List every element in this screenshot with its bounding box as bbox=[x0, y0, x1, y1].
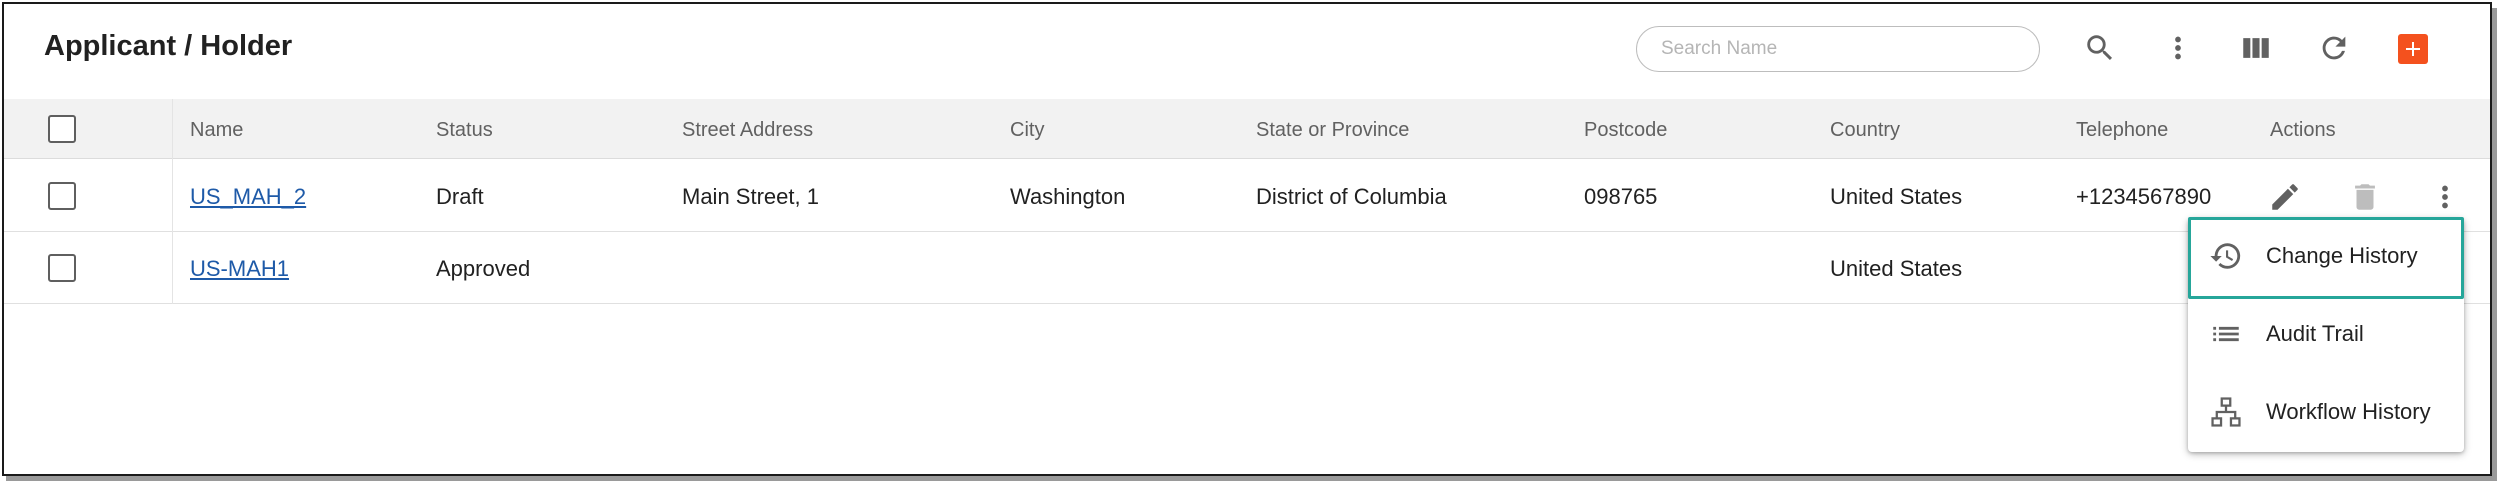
column-header-street-address[interactable]: Street Address bbox=[682, 119, 813, 142]
row-status: Approved bbox=[436, 256, 531, 281]
trash-icon bbox=[2355, 184, 2375, 210]
column-header-postcode[interactable]: Postcode bbox=[1584, 119, 1667, 142]
column-divider bbox=[172, 99, 173, 304]
row-checkbox[interactable] bbox=[48, 254, 76, 282]
column-header-country[interactable]: Country bbox=[1830, 119, 1900, 142]
row-checkbox[interactable] bbox=[48, 182, 76, 210]
columns-icon bbox=[2243, 38, 2269, 58]
pencil-icon bbox=[2272, 184, 2298, 210]
column-header-status[interactable]: Status bbox=[436, 119, 493, 142]
table-row: US_MAH_2 Draft Main Street, 1 Washington… bbox=[4, 160, 2490, 232]
row-more-button[interactable] bbox=[2426, 178, 2464, 216]
row-city: Washington bbox=[1010, 184, 1126, 209]
add-button[interactable] bbox=[2398, 34, 2428, 64]
column-header-name[interactable]: Name bbox=[190, 119, 243, 142]
menu-item-label: Audit Trail bbox=[2266, 321, 2364, 346]
more-options-button[interactable] bbox=[2158, 28, 2198, 68]
page-title: Applicant / Holder bbox=[44, 30, 293, 62]
row-state: District of Columbia bbox=[1256, 184, 1447, 209]
window-shadow-right bbox=[2492, 8, 2497, 481]
search-icon bbox=[2087, 35, 2113, 61]
more-vert-icon bbox=[2442, 185, 2448, 209]
menu-item-label: Change History bbox=[2266, 243, 2418, 268]
history-icon bbox=[2208, 238, 2244, 274]
row-name-link[interactable]: US-MAH1 bbox=[190, 256, 289, 282]
column-header-state[interactable]: State or Province bbox=[1256, 119, 1409, 142]
row-country: United States bbox=[1830, 184, 1963, 209]
workflow-icon bbox=[2208, 394, 2244, 430]
search-button[interactable] bbox=[2080, 28, 2120, 68]
menu-item-change-history[interactable]: Change History bbox=[2188, 224, 2464, 288]
search-input[interactable] bbox=[1636, 26, 2040, 72]
column-header-actions: Actions bbox=[2270, 119, 2336, 141]
select-all-checkbox[interactable] bbox=[48, 115, 76, 143]
column-header-city[interactable]: City bbox=[1010, 119, 1044, 142]
table-header: Name Status Street Address City State or… bbox=[4, 99, 2490, 159]
window-shadow-bottom bbox=[6, 476, 2496, 481]
row-name-link[interactable]: US_MAH_2 bbox=[190, 184, 306, 210]
row-country: United States bbox=[1830, 256, 1963, 281]
menu-item-label: Workflow History bbox=[2266, 399, 2431, 424]
menu-item-workflow-history[interactable]: Workflow History bbox=[2188, 380, 2464, 444]
more-vert-icon bbox=[2175, 36, 2181, 60]
list-icon bbox=[2208, 316, 2244, 352]
columns-button[interactable] bbox=[2236, 28, 2276, 68]
row-status: Draft bbox=[436, 184, 484, 209]
table-row: US-MAH1 Approved United States bbox=[4, 232, 2490, 304]
row-postcode: 098765 bbox=[1584, 184, 1658, 209]
column-header-telephone[interactable]: Telephone bbox=[2076, 119, 2168, 142]
refresh-button[interactable] bbox=[2314, 28, 2354, 68]
row-actions-menu: Change History Audit Trail Workflow Hist… bbox=[2188, 218, 2464, 452]
add-icon bbox=[2406, 42, 2420, 56]
edit-button[interactable] bbox=[2266, 178, 2304, 216]
row-telephone: +1234567890 bbox=[2076, 184, 2212, 209]
delete-button[interactable] bbox=[2346, 178, 2384, 216]
row-street: Main Street, 1 bbox=[682, 184, 819, 209]
menu-item-audit-trail[interactable]: Audit Trail bbox=[2188, 302, 2464, 366]
refresh-icon bbox=[2322, 36, 2346, 60]
